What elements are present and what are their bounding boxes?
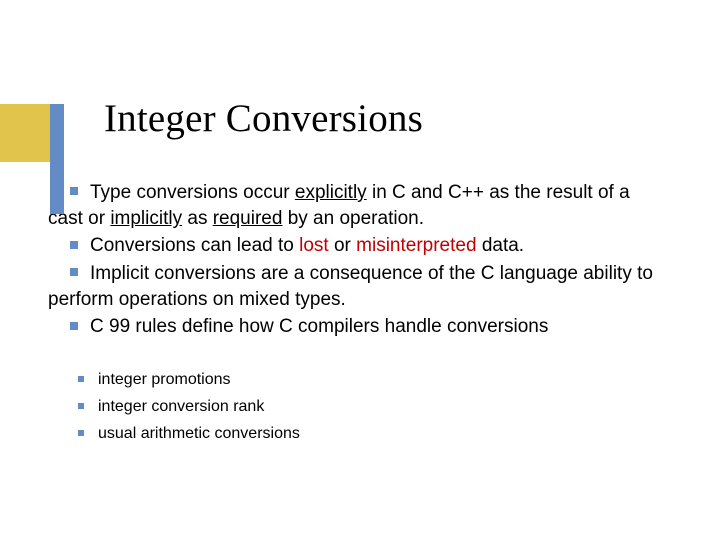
text: integer conversion rank <box>98 395 264 420</box>
text-underline: required <box>213 208 283 229</box>
accent-gold-block <box>0 104 50 162</box>
text: or <box>329 235 356 256</box>
slide-title: Integer Conversions <box>104 96 423 141</box>
bullet-3: Implicit conversions are a consequence o… <box>48 261 668 313</box>
bullet-icon <box>70 187 78 195</box>
text: C 99 rules define how C compilers handle… <box>90 316 548 337</box>
text: as <box>182 208 213 229</box>
text: usual arithmetic conversions <box>98 422 300 447</box>
body-text: Type conversions occur explicitly in C a… <box>48 180 668 341</box>
sub-bullets: integer promotions integer conversion ra… <box>78 368 300 448</box>
sub-bullet-2: integer conversion rank <box>78 395 300 420</box>
text: Type conversions occur <box>90 182 295 203</box>
text-underline: explicitly <box>295 182 367 203</box>
slide: Integer Conversions Type conversions occ… <box>0 0 720 540</box>
text: data. <box>477 235 525 256</box>
bullet-icon <box>70 241 78 249</box>
bullet-icon <box>78 403 84 409</box>
text: Conversions can lead to <box>90 235 299 256</box>
bullet-icon <box>78 430 84 436</box>
text-underline: implicitly <box>110 208 182 229</box>
accent-blue-bar <box>50 104 64 214</box>
bullet-icon <box>70 268 78 276</box>
bullet-icon <box>70 322 78 330</box>
sub-bullet-3: usual arithmetic conversions <box>78 422 300 447</box>
bullet-4: C 99 rules define how C compilers handle… <box>48 314 668 340</box>
text-emphasis: misinterpreted <box>356 235 476 256</box>
text: integer promotions <box>98 368 231 393</box>
text-emphasis: lost <box>299 235 329 256</box>
bullet-2: Conversions can lead to lost or misinter… <box>48 233 668 259</box>
bullet-icon <box>78 376 84 382</box>
bullet-1: Type conversions occur explicitly in C a… <box>48 180 668 232</box>
text: Implicit conversions are a consequence o… <box>48 263 653 310</box>
text: by an operation. <box>282 208 424 229</box>
sub-bullet-1: integer promotions <box>78 368 300 393</box>
